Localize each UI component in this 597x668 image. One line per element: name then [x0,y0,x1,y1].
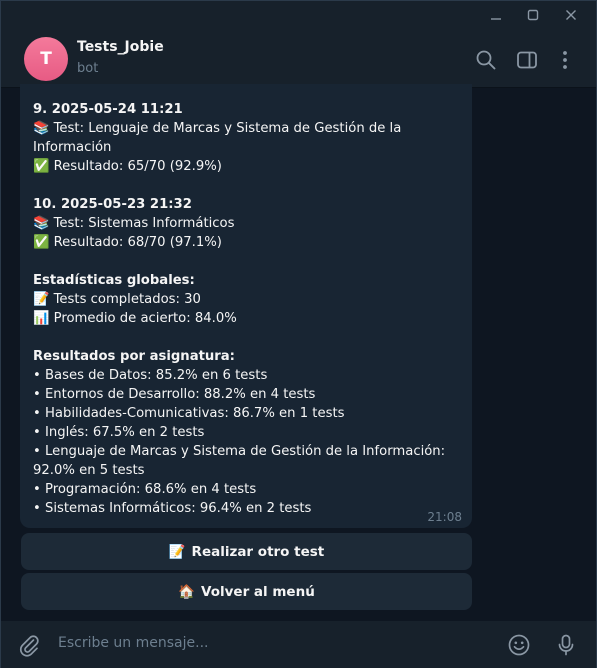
message-heading: 9. 2025-05-24 11:21 [33,102,183,117]
realizar-otro-test-button[interactable]: 📝 Realizar otro test [21,533,472,570]
microphone-icon[interactable] [554,633,578,657]
minimize-icon [491,18,501,20]
volver-al-menu-button[interactable]: 🏠 Volver al menú [21,573,472,610]
message-line: • Lenguaje de Marcas y Sistema de Gestió… [33,444,450,478]
message-line: 📚 Test: Sistemas Informáticos [33,216,235,231]
message-time: 21:08 [427,510,462,524]
search-icon[interactable] [475,49,497,71]
message-line: • Habilidades-Comunicativas: 86.7% en 1 … [33,406,345,421]
chat-title[interactable]: Tests_Jobie [77,39,164,55]
close-icon [566,10,576,20]
minimize-button[interactable] [486,7,506,27]
message-line: • Bases de Datos: 85.2% en 6 tests [33,368,268,383]
title-bar [1,1,596,33]
message-line: • Programación: 68.6% en 4 tests [33,482,257,497]
message-bubble[interactable]: 9. 2025-05-24 11:21 📚 Test: Lenguaje de M… [20,84,472,528]
message-input[interactable]: Escribe un mensaje... [58,635,208,651]
avatar[interactable]: T [24,37,68,81]
message-line: 📚 Test: Lenguaje de Marcas y Sistema de … [33,121,406,155]
memo-icon: 📝 [168,543,186,560]
chat-status: bot [77,61,99,76]
message-text: 9. 2025-05-24 11:21 📚 Test: Lenguaje de M… [33,100,463,518]
close-button[interactable] [561,7,581,27]
message-line: ✅ Resultado: 65/70 (92.9%) [33,159,222,174]
more-vertical-icon[interactable] [554,49,576,71]
message-line: 📊 Promedio de acierto: 84.0% [33,311,237,326]
message-line: • Entornos de Desarrollo: 88.2% en 4 tes… [33,387,316,402]
attach-icon[interactable] [17,633,41,657]
button-label: Realizar otro test [191,543,325,560]
message-heading: Estadísticas globales: [33,273,195,288]
message-line [33,328,463,347]
message-line [33,176,463,195]
button-label: Volver al menú [201,583,315,600]
message-line [33,252,463,271]
message-line: 📝 Tests completados: 30 [33,292,201,307]
message-line: ✅ Resultado: 68/70 (97.1%) [33,235,222,250]
sidebar-toggle-icon[interactable] [516,49,538,71]
emoji-icon[interactable] [507,633,531,657]
chat-header: T Tests_Jobie bot [1,33,596,88]
house-icon: 🏠 [178,583,195,600]
maximize-icon [527,9,539,21]
message-line: • Inglés: 67.5% en 2 tests [33,425,205,440]
message-line: • Sistemas Informáticos: 96.4% en 2 test… [33,501,312,516]
maximize-button[interactable] [523,7,543,27]
app-window: T Tests_Jobie bot 9. 2025-05-24 11:21 📚 T… [0,0,597,668]
message-heading: 10. 2025-05-23 21:32 [33,197,192,212]
composer: Escribe un mensaje... [1,621,596,668]
message-heading: Resultados por asignatura: [33,349,235,364]
